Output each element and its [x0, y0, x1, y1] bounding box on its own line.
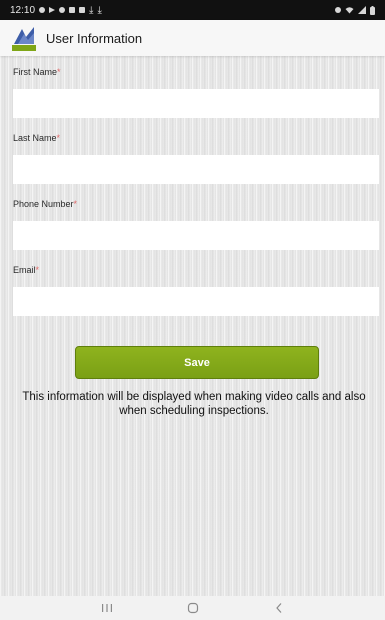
cloud-icon: [59, 7, 66, 13]
notification-icon: [39, 7, 46, 13]
first-name-label-text: First Name: [13, 67, 58, 77]
status-time: 12:10: [10, 4, 36, 16]
system-nav-bar: [0, 596, 385, 620]
last-name-input[interactable]: [13, 155, 379, 184]
back-button[interactable]: [236, 596, 322, 620]
email-label-text: Email: [13, 265, 36, 275]
email-input[interactable]: [13, 287, 379, 316]
user-information-form: First Name* Last Name* Phone Number* Ema…: [0, 56, 385, 596]
home-icon: [187, 602, 198, 614]
first-name-label: First Name*: [13, 67, 61, 77]
info-text: This information will be displayed when …: [22, 391, 366, 417]
download-icon: ⤓: [97, 4, 102, 16]
first-name-input[interactable]: [13, 89, 379, 118]
back-icon: [275, 603, 281, 613]
required-marker: *: [35, 265, 40, 275]
last-name-label: Last Name*: [13, 133, 60, 143]
email-label: Email*: [13, 265, 39, 275]
app-header: User Information: [0, 20, 385, 56]
status-bar-left: 12:10 ⤓ ⤓: [10, 5, 102, 16]
phone-number-label-text: Phone Number: [13, 199, 74, 209]
required-marker: *: [73, 199, 78, 209]
required-marker: *: [56, 133, 61, 143]
recent-apps-button[interactable]: [64, 596, 150, 620]
signal-icon: [358, 6, 366, 14]
app-logo-icon: [12, 25, 36, 51]
wifi-icon: [345, 7, 354, 14]
required-marker: *: [57, 67, 61, 77]
home-button[interactable]: [150, 596, 236, 620]
lock-icon: [79, 7, 86, 13]
status-bar-right: [335, 5, 375, 15]
alarm-icon: [335, 7, 341, 13]
image-icon: [69, 7, 76, 13]
play-icon: [49, 7, 56, 13]
recent-apps-icon: [101, 604, 112, 612]
page-title: User Information: [46, 30, 143, 46]
download-icon: ⤓: [89, 4, 94, 16]
status-bar: 12:10 ⤓ ⤓: [0, 0, 385, 20]
phone-number-input[interactable]: [13, 221, 379, 250]
last-name-label-text: Last Name: [13, 133, 57, 143]
phone-number-label: Phone Number*: [13, 199, 77, 209]
battery-icon: [370, 5, 375, 15]
save-button[interactable]: Save: [75, 346, 319, 379]
